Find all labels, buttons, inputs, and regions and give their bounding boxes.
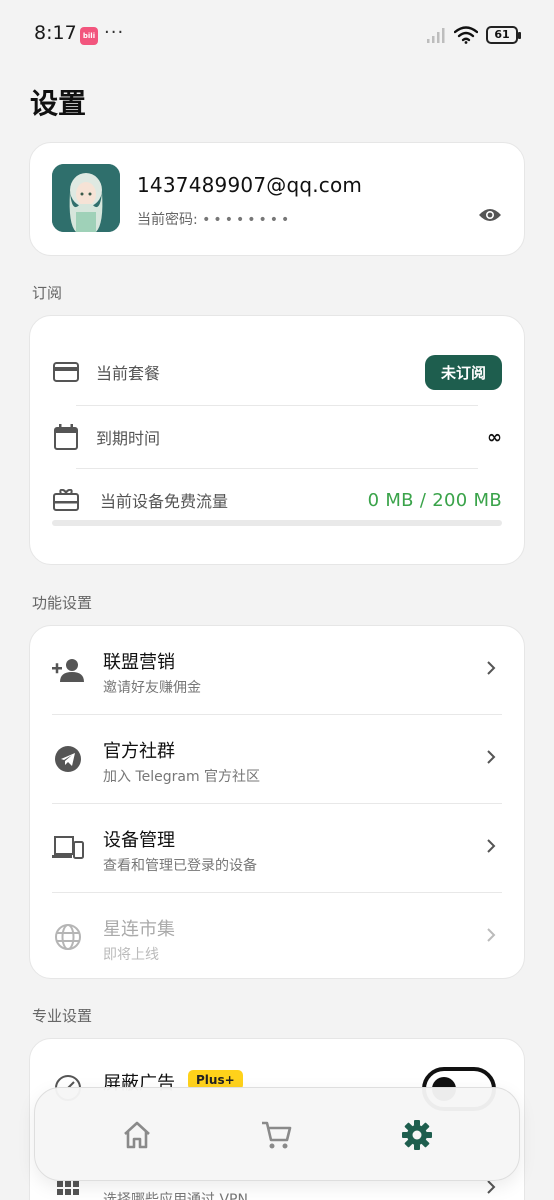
cart-icon[interactable] bbox=[259, 1118, 295, 1152]
feature-subtitle: 加入 Telegram 官方社区 bbox=[103, 769, 261, 785]
traffic-progress-bar bbox=[52, 520, 502, 526]
divider bbox=[76, 468, 478, 469]
show-password-eye-icon[interactable] bbox=[478, 207, 502, 227]
subscription-card: 当前套餐 未订阅 到期时间 ∞ 当前设备免费流量 0 MB / 200 MB bbox=[29, 315, 525, 565]
wifi-icon bbox=[454, 26, 478, 44]
chevron-right-icon bbox=[486, 838, 496, 858]
gift-card-icon bbox=[52, 489, 80, 511]
settings-gear-icon[interactable] bbox=[399, 1118, 435, 1152]
current-plan-label: 当前套餐 bbox=[96, 364, 161, 383]
account-card[interactable]: 1437489907@qq.com 当前密码: •••••••• bbox=[29, 142, 525, 256]
expiry-label: 到期时间 bbox=[96, 429, 161, 448]
traffic-value: 0 MB / 200 MB bbox=[367, 489, 502, 511]
chevron-right-icon bbox=[486, 1179, 496, 1199]
subscribe-status-button[interactable]: 未订阅 bbox=[424, 354, 502, 390]
cellular-signal-icon bbox=[427, 28, 445, 43]
password-mask: •••••••• bbox=[202, 212, 293, 228]
chevron-right-icon bbox=[486, 927, 496, 947]
feature-title: 设备管理 bbox=[103, 830, 175, 851]
section-label-pro: 专业设置 bbox=[32, 1007, 93, 1025]
battery-icon: 61 bbox=[486, 26, 521, 44]
password-row: 当前密码: •••••••• bbox=[137, 209, 292, 229]
telegram-icon bbox=[52, 744, 84, 774]
credit-card-icon bbox=[52, 362, 80, 382]
chevron-right-icon bbox=[486, 749, 496, 769]
traffic-label: 当前设备免费流量 bbox=[100, 492, 229, 511]
expiry-row: 到期时间 ∞ bbox=[52, 417, 502, 457]
page-title: 设置 bbox=[30, 87, 87, 120]
chevron-right-icon bbox=[486, 660, 496, 680]
current-plan-row: 当前套餐 未订阅 bbox=[52, 352, 502, 392]
feature-title: 官方社群 bbox=[103, 741, 175, 762]
feature-subtitle: 邀请好友赚佣金 bbox=[103, 680, 201, 696]
avatar[interactable] bbox=[52, 164, 120, 232]
divider bbox=[76, 405, 478, 406]
bottom-navigation bbox=[34, 1087, 520, 1181]
section-label-features: 功能设置 bbox=[32, 594, 93, 612]
more-notifications-icon: ··· bbox=[104, 22, 125, 43]
calendar-icon bbox=[52, 424, 80, 450]
feature-title: 星连市集 bbox=[103, 919, 175, 940]
feature-item-affiliate[interactable]: 联盟营销 邀请好友赚佣金 bbox=[30, 626, 524, 714]
feature-item-marketplace: 星连市集 即将上线 bbox=[30, 893, 524, 981]
feature-item-devices[interactable]: 设备管理 查看和管理已登录的设备 bbox=[30, 804, 524, 892]
feature-title: 联盟营销 bbox=[103, 652, 175, 673]
person-add-icon bbox=[52, 655, 84, 685]
devices-icon bbox=[52, 833, 84, 863]
password-label: 当前密码: bbox=[137, 212, 198, 228]
account-email: 1437489907@qq.com bbox=[137, 173, 363, 197]
feature-item-community[interactable]: 官方社群 加入 Telegram 官方社区 bbox=[30, 715, 524, 803]
bilibili-notification-icon: bili bbox=[80, 27, 98, 45]
status-time: 8:17 bbox=[34, 22, 77, 44]
globe-icon bbox=[52, 922, 84, 952]
split-tunnel-subtitle: 选择哪些应用通过 VPN bbox=[103, 1192, 248, 1200]
section-label-subscription: 订阅 bbox=[32, 284, 63, 302]
feature-subtitle: 查看和管理已登录的设备 bbox=[103, 858, 257, 874]
expiry-value: ∞ bbox=[487, 426, 502, 448]
home-icon[interactable] bbox=[119, 1118, 155, 1152]
feature-subtitle: 即将上线 bbox=[103, 947, 159, 963]
status-bar: 8:17 bili ··· 61 bbox=[0, 0, 554, 72]
traffic-row: 当前设备免费流量 0 MB / 200 MB bbox=[52, 480, 502, 520]
features-card: 联盟营销 邀请好友赚佣金 官方社群 加入 Telegram 官方社区 设备管理 … bbox=[29, 625, 525, 979]
